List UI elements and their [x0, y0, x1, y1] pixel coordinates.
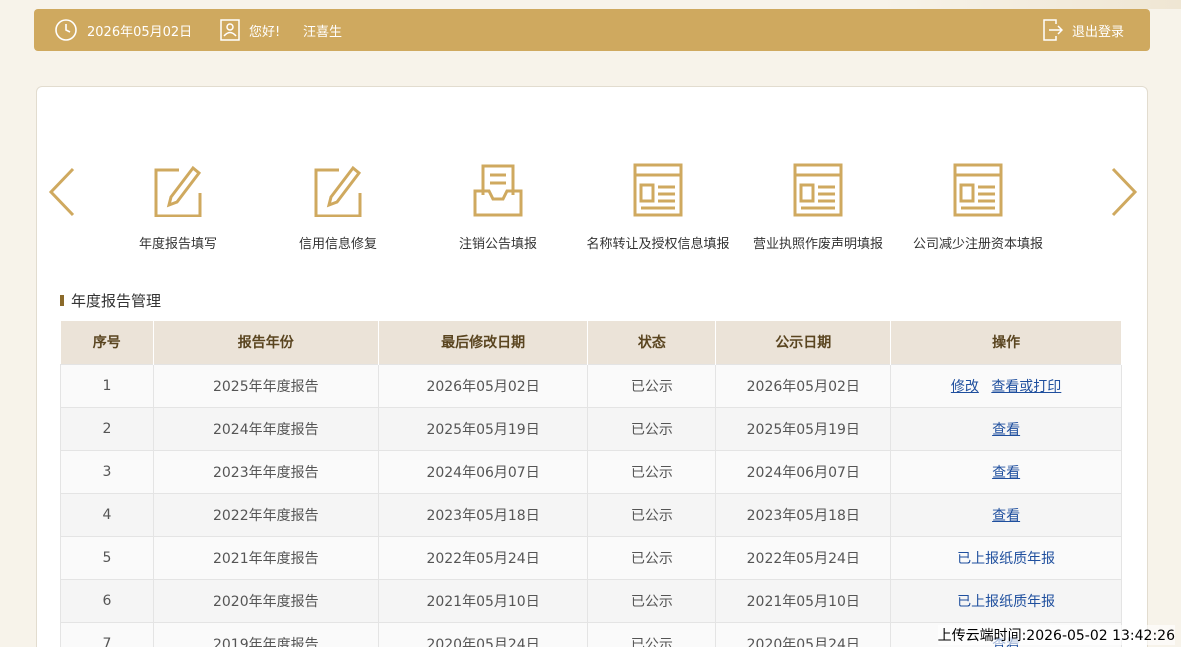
- cell-published: 2021年05月10日: [715, 578, 892, 623]
- edit-link[interactable]: 修改: [951, 379, 979, 395]
- cell-status: 已公示: [587, 406, 717, 451]
- cell-year: 2024年年度报告: [152, 406, 379, 451]
- edit-icon: [258, 157, 418, 217]
- cell-modified: 2021年05月10日: [377, 578, 589, 623]
- service-label: 注销公告填报: [458, 237, 537, 252]
- cell-actions: 已上报纸质年报: [890, 578, 1122, 623]
- cell-status: 已公示: [587, 492, 717, 537]
- cell-year: 2025年年度报告: [152, 363, 379, 408]
- cell-modified: 2025年05月19日: [377, 406, 589, 451]
- document-icon: [738, 157, 898, 217]
- view-link[interactable]: 查看: [992, 422, 1020, 438]
- table-row: 3 2023年年度报告 2024年06月07日 已公示 2024年06月07日 …: [60, 449, 1122, 494]
- cell-published: 2023年05月18日: [715, 492, 892, 537]
- clock-icon: [54, 9, 78, 51]
- service-annual-report[interactable]: 年度报告填写: [98, 157, 258, 252]
- table-row: 6 2020年年度报告 2021年05月10日 已公示 2021年05月10日 …: [60, 578, 1122, 623]
- document-icon: [898, 157, 1058, 217]
- cell-actions: 查看: [890, 492, 1122, 537]
- view-link[interactable]: 查看: [992, 465, 1020, 481]
- cell-year: 2023年年度报告: [152, 449, 379, 494]
- service-label: 营业执照作废声明填报: [752, 237, 883, 252]
- corner-decoration: [881, 0, 1181, 9]
- cell-no: 1: [60, 363, 154, 408]
- greeting-text: 您好!: [249, 24, 281, 40]
- service-capital-reduction[interactable]: 公司减少注册资本填报: [898, 157, 1058, 252]
- cell-published: 2024年06月07日: [715, 449, 892, 494]
- cell-actions: 查看: [890, 406, 1122, 451]
- edit-icon: [98, 157, 258, 217]
- user-icon: [220, 9, 240, 51]
- upload-time-overlay: 上传云端时间:2026-05-02 13:42:26: [937, 625, 1175, 645]
- cell-year: 2019年年度报告: [152, 621, 379, 647]
- service-label: 信用信息修复: [298, 237, 377, 252]
- logout-icon[interactable]: [1043, 9, 1063, 51]
- cell-published: 2020年05月24日: [715, 621, 892, 647]
- cell-no: 4: [60, 492, 154, 537]
- table-header-row: 序号 报告年份 最后修改日期 状态 公示日期 操作: [60, 321, 1122, 364]
- cell-published: 2025年05月19日: [715, 406, 892, 451]
- cell-modified: 2024年06月07日: [377, 449, 589, 494]
- cell-year: 2022年年度报告: [152, 492, 379, 537]
- cell-no: 7: [60, 621, 154, 647]
- service-name-transfer[interactable]: 名称转让及授权信息填报: [578, 157, 738, 252]
- column-header: 报告年份: [153, 321, 379, 364]
- column-header: 状态: [587, 321, 717, 364]
- table-row: 5 2021年年度报告 2022年05月24日 已公示 2022年05月24日 …: [60, 535, 1122, 580]
- cell-modified: 2023年05月18日: [377, 492, 589, 537]
- cell-modified: 2026年05月02日: [377, 363, 589, 408]
- cell-status: 已公示: [587, 621, 717, 647]
- table-row: 4 2022年年度报告 2023年05月18日 已公示 2023年05月18日 …: [60, 492, 1122, 537]
- current-date: 2026年05月02日: [87, 24, 193, 40]
- paper-report-note: 已上报纸质年报: [957, 593, 1056, 610]
- view-link[interactable]: 查看: [992, 508, 1020, 524]
- document-icon: [578, 157, 738, 217]
- column-header: 公示日期: [715, 321, 892, 364]
- view-or-print-link[interactable]: 查看或打印: [991, 379, 1061, 395]
- column-header: 序号: [60, 321, 154, 364]
- service-label: 公司减少注册资本填报: [912, 237, 1043, 252]
- cell-actions: 修改 查看或打印: [890, 363, 1122, 408]
- service-credit-repair[interactable]: 信用信息修复: [258, 157, 418, 252]
- cell-no: 6: [60, 578, 154, 623]
- cell-modified: 2022年05月24日: [377, 535, 589, 580]
- cell-published: 2026年05月02日: [715, 363, 892, 408]
- paper-report-note: 已上报纸质年报: [957, 550, 1056, 567]
- cell-no: 5: [60, 535, 154, 580]
- section-title-text: 年度报告管理: [71, 292, 162, 310]
- column-header: 操作: [890, 321, 1122, 364]
- main-panel: 年度报告填写 信用信息修复 注销公告填报 名称转让及授权信息填报 营业执照作废声…: [36, 86, 1148, 647]
- cell-actions: 查看: [890, 449, 1122, 494]
- cell-modified: 2020年05月24日: [377, 621, 589, 647]
- cell-year: 2021年年度报告: [152, 535, 379, 580]
- cell-no: 2: [60, 406, 154, 451]
- section-title: 年度报告管理: [60, 290, 161, 311]
- cell-actions: 已上报纸质年报: [890, 535, 1122, 580]
- logout-button[interactable]: 退出登录: [1072, 9, 1124, 51]
- cell-status: 已公示: [587, 363, 717, 408]
- annual-report-table: 序号 报告年份 最后修改日期 状态 公示日期 操作 1 2025年年度报告 20…: [60, 321, 1122, 647]
- username: 汪喜生: [303, 24, 343, 40]
- cell-status: 已公示: [587, 449, 717, 494]
- section-marker: [60, 295, 64, 306]
- service-license-void[interactable]: 营业执照作废声明填报: [738, 157, 898, 252]
- service-label: 名称转让及授权信息填报: [586, 237, 730, 252]
- service-label: 年度报告填写: [138, 237, 217, 252]
- cell-status: 已公示: [587, 535, 717, 580]
- cell-no: 3: [60, 449, 154, 494]
- top-bar: 2026年05月02日 您好! 汪喜生 退出登录: [34, 9, 1150, 51]
- inbox-icon: [418, 157, 578, 217]
- column-header: 最后修改日期: [378, 321, 589, 364]
- service-carousel: 年度报告填写 信用信息修复 注销公告填报 名称转让及授权信息填报 营业执照作废声…: [37, 157, 1149, 257]
- cell-status: 已公示: [587, 578, 717, 623]
- cell-published: 2022年05月24日: [715, 535, 892, 580]
- cell-year: 2020年年度报告: [152, 578, 379, 623]
- service-deregistration-notice[interactable]: 注销公告填报: [418, 157, 578, 252]
- table-row: 2 2024年年度报告 2025年05月19日 已公示 2025年05月19日 …: [60, 406, 1122, 451]
- table-row: 1 2025年年度报告 2026年05月02日 已公示 2026年05月02日 …: [60, 363, 1122, 408]
